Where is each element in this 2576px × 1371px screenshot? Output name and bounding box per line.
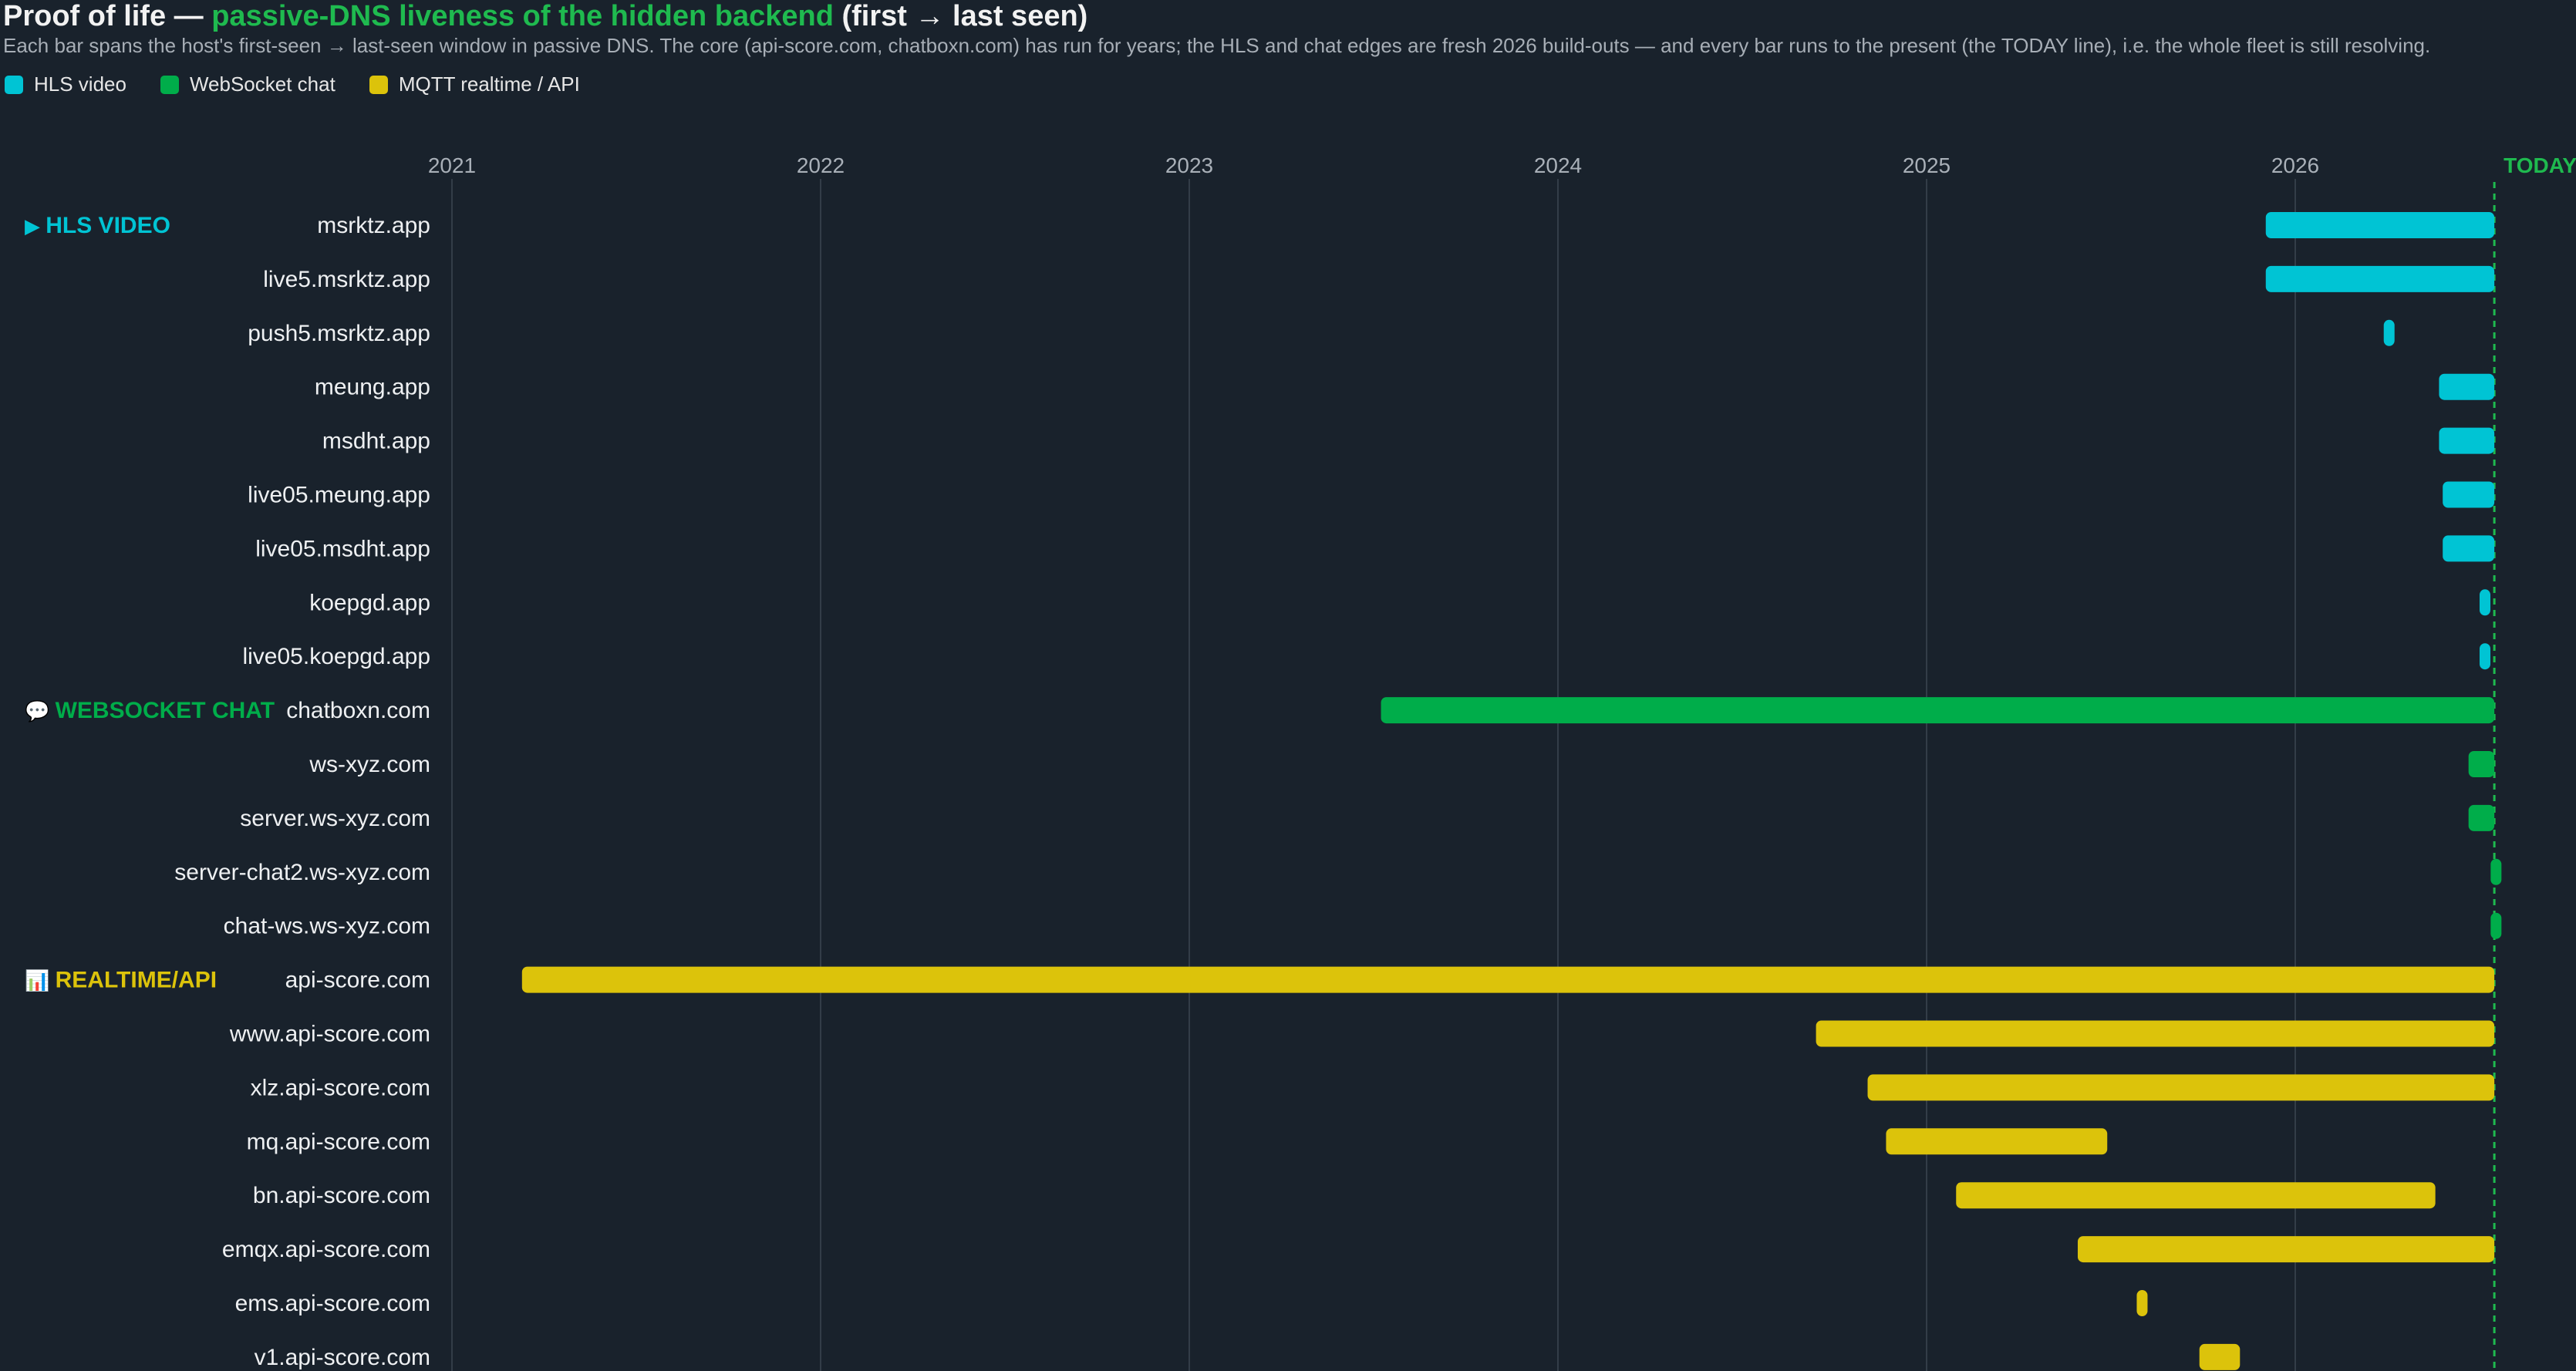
host-label: msdht.app <box>322 429 430 454</box>
gantt-bar <box>2468 751 2495 777</box>
group-label-text: HLS VIDEO <box>46 213 170 238</box>
gantt-bar <box>2490 912 2502 939</box>
host-label: live05.koepgd.app <box>242 644 430 669</box>
host-label: meung.app <box>315 375 430 400</box>
host-label: push5.msrktz.app <box>248 321 430 346</box>
gantt-bar <box>2443 535 2495 562</box>
gantt-bar <box>521 966 2495 993</box>
x-tick-label: 2024 <box>1534 153 1582 177</box>
today-label: TODAY <box>2504 153 2576 177</box>
group-label-text: WEBSOCKET CHAT <box>56 698 275 723</box>
host-label: bn.api-score.com <box>253 1183 430 1208</box>
gantt-bar <box>2199 1343 2241 1370</box>
host-label: mq.api-score.com <box>247 1129 430 1154</box>
host-label: live5.msrktz.app <box>263 267 430 292</box>
x-tick-label: 2023 <box>1165 153 1213 177</box>
gantt-bar <box>1956 1182 2436 1209</box>
gantt-bar <box>2265 212 2495 238</box>
host-label: chatboxn.com <box>286 698 430 723</box>
host-label: server.ws-xyz.com <box>240 806 430 831</box>
gantt-bar <box>1816 1020 2495 1047</box>
group-icon: 📊 <box>25 969 56 992</box>
gantt-bar <box>2077 1236 2495 1263</box>
host-label: msrktz.app <box>317 213 430 238</box>
x-tick-label: 2026 <box>2271 153 2319 177</box>
group-label: 💬 WEBSOCKET CHAT <box>25 698 275 723</box>
x-tick-label: 2025 <box>1903 153 1951 177</box>
gantt-bar <box>2136 1290 2148 1316</box>
gantt-bar <box>1886 1128 2108 1155</box>
group-icon: 💬 <box>25 699 56 723</box>
gantt-chart: 2021 2022 2023 2024 2025 2026 TODAY ▶ HLS VIDEO… <box>25 153 2576 1371</box>
gantt-bar <box>2468 804 2495 831</box>
host-label: ws-xyz.com <box>309 752 430 777</box>
host-label: server-chat2.ws-xyz.com <box>174 860 430 885</box>
gantt-bar <box>2480 643 2490 670</box>
gantt-bar <box>2439 373 2495 400</box>
gantt-bar <box>1867 1074 2495 1101</box>
host-label: koepgd.app <box>309 590 430 615</box>
host-label: www.api-score.com <box>229 1022 430 1047</box>
host-label: chat-ws.ws-xyz.com <box>224 914 430 939</box>
group-label: 📊 REALTIME/API <box>25 968 217 993</box>
x-tick-label: 2021 <box>428 153 476 177</box>
host-label: live05.meung.app <box>248 483 430 508</box>
host-label: emqx.api-score.com <box>222 1237 430 1262</box>
group-label: ▶ HLS VIDEO <box>25 213 170 238</box>
gantt-bar <box>2443 481 2495 508</box>
gantt-bar <box>2383 319 2395 346</box>
x-tick-label: 2022 <box>797 153 845 177</box>
gantt-bar <box>2265 265 2495 292</box>
gantt-bar <box>2480 589 2490 616</box>
gantt-bar <box>1381 697 2495 724</box>
host-label: v1.api-score.com <box>255 1345 430 1370</box>
group-label-text: REALTIME/API <box>56 968 217 993</box>
host-label: ems.api-score.com <box>235 1291 430 1316</box>
host-label: xlz.api-score.com <box>251 1075 430 1100</box>
host-label: live05.msdht.app <box>255 536 430 561</box>
host-label: api-score.com <box>285 968 430 993</box>
gantt-bar <box>2490 858 2502 885</box>
group-icon: ▶ <box>25 214 46 237</box>
gantt-bar <box>2439 427 2495 454</box>
